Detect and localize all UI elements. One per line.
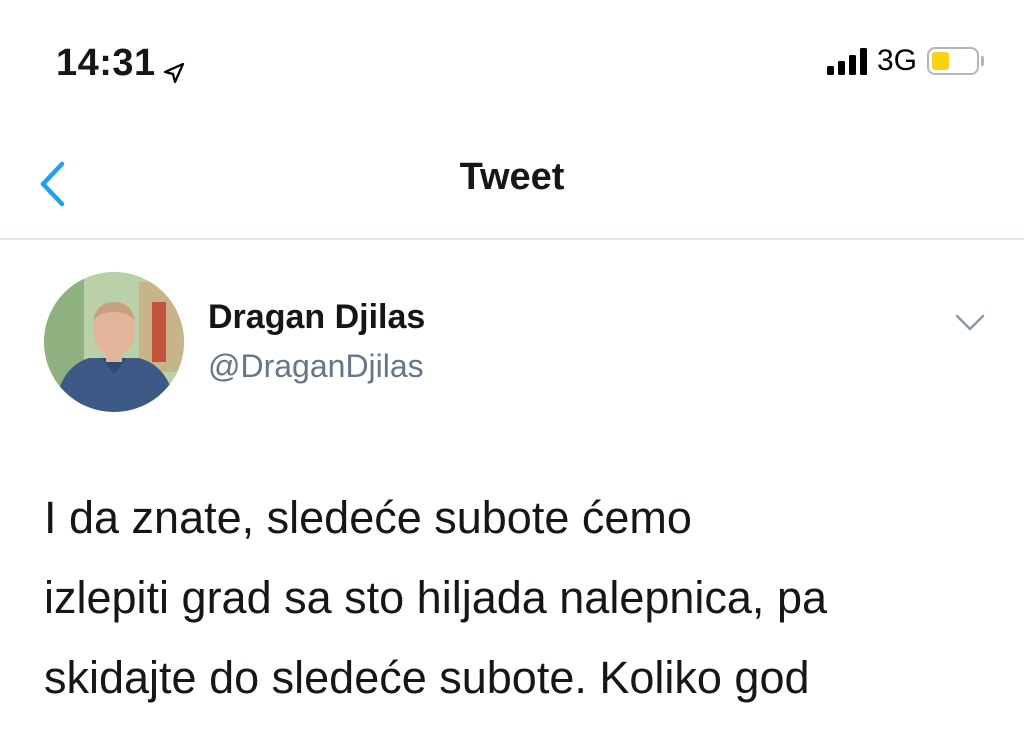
tweet-text-line: I da znate, sledeće subote ćemo bbox=[44, 492, 692, 543]
cellular-signal-icon bbox=[826, 47, 867, 75]
battery-icon bbox=[927, 47, 984, 75]
tweet-text-line: izlepiti grad sa sto hiljada nalepnica, … bbox=[44, 572, 827, 623]
author-handle[interactable]: @DraganDjilas bbox=[208, 348, 424, 385]
tweet-menu-button[interactable] bbox=[950, 306, 990, 340]
network-type-label: 3G bbox=[876, 44, 917, 77]
location-arrow-icon bbox=[162, 52, 186, 83]
author-name[interactable]: Dragan Djilas bbox=[208, 298, 425, 337]
battery-level-fill bbox=[932, 52, 949, 70]
tweet-text: I da znate, sledeće subote ćemo izlepiti… bbox=[44, 478, 1004, 718]
avatar[interactable] bbox=[44, 272, 184, 412]
status-indicators: 3G bbox=[826, 44, 984, 78]
chevron-down-icon bbox=[955, 314, 985, 331]
status-time: 14:31 bbox=[56, 42, 186, 85]
status-bar: 14:31 3G bbox=[0, 0, 1024, 120]
page-title: Tweet bbox=[459, 156, 565, 198]
status-time-label: 14:31 bbox=[56, 42, 156, 84]
tweet-text-line: skidajte do sledeće subote. Koliko god bbox=[44, 652, 810, 703]
nav-bar: Tweet bbox=[0, 120, 1024, 240]
